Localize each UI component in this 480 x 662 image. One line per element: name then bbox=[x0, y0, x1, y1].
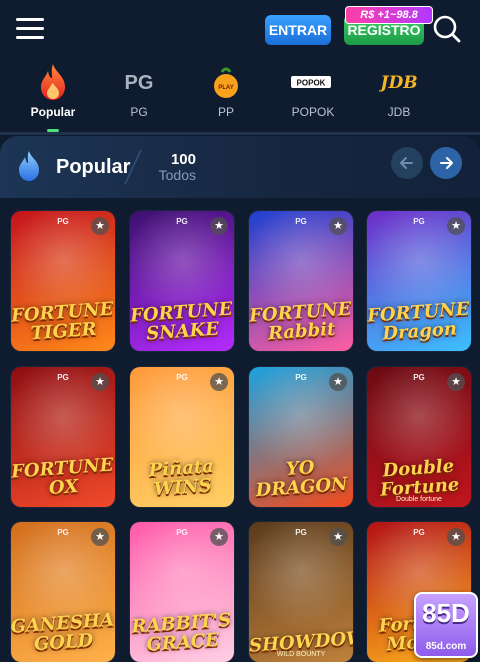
favorite-star-icon[interactable]: ★ bbox=[91, 217, 109, 235]
favorite-star-icon[interactable]: ★ bbox=[91, 373, 109, 391]
previous-button[interactable] bbox=[391, 147, 423, 179]
game-card[interactable]: PG ★ FORTUNE Dragon bbox=[367, 211, 471, 351]
provider-tag: PG bbox=[295, 528, 307, 537]
top-bar: ENTRAR REGISTRO R$ +1~98.8 bbox=[0, 0, 480, 60]
game-card[interactable]: PG ★ GANESHA GOLD bbox=[11, 522, 115, 662]
game-card[interactable]: PG ★ Double Fortune Double fortune bbox=[367, 367, 471, 507]
flame-icon bbox=[19, 151, 39, 181]
game-title: FORTUNE TIGER bbox=[11, 298, 115, 345]
favorite-star-icon[interactable]: ★ bbox=[329, 528, 347, 546]
provider-tag: PG bbox=[176, 528, 188, 537]
tab-label: JDB bbox=[387, 105, 411, 119]
provider-tag: PG bbox=[57, 528, 69, 537]
game-title: Piñata WINS bbox=[148, 455, 215, 500]
game-card[interactable]: PG ★ YO DRAGON bbox=[249, 367, 353, 507]
game-card[interactable]: PG ★ FORTUNE Rabbit bbox=[249, 211, 353, 351]
provider-tag: PG bbox=[57, 373, 69, 382]
tab-label: PG bbox=[130, 105, 148, 119]
game-subtitle: Double fortune bbox=[396, 496, 442, 503]
game-title: Double Fortune bbox=[379, 455, 460, 501]
provider-tabs: Popular PG PG PLAY PP POPOK POPOK JDB JD… bbox=[0, 62, 480, 132]
next-button[interactable] bbox=[430, 147, 462, 179]
game-card[interactable]: PG ★ SHOWDOWN WILD BOUNTY bbox=[249, 522, 353, 662]
site-logo-badge[interactable]: 85D 85d.com bbox=[414, 592, 478, 658]
favorite-star-icon[interactable]: ★ bbox=[447, 217, 465, 235]
game-title: FORTUNE OX bbox=[11, 454, 115, 499]
tab-popok[interactable]: POPOK POPOK bbox=[273, 62, 353, 128]
favorite-star-icon[interactable]: ★ bbox=[329, 373, 347, 391]
game-card[interactable]: PG ★ RABBIT'S GRACE bbox=[130, 522, 234, 662]
favorite-star-icon[interactable]: ★ bbox=[447, 528, 465, 546]
game-card[interactable]: PG ★ FORTUNE TIGER bbox=[11, 211, 115, 351]
section-title: Popular bbox=[56, 156, 131, 178]
arrow-left-icon bbox=[400, 157, 413, 169]
game-title: GANESHA GOLD bbox=[11, 609, 115, 656]
game-subtitle: WILD BOUNTY bbox=[276, 651, 326, 658]
popok-logo-icon: POPOK bbox=[291, 76, 331, 88]
provider-tag: PG bbox=[176, 217, 188, 226]
jdb-logo-icon: JDB bbox=[379, 73, 418, 93]
tab-pp[interactable]: PLAY PP bbox=[186, 62, 266, 128]
registration-bonus-badge: R$ +1~98.8 bbox=[345, 6, 433, 24]
site-logo-text: 85D bbox=[422, 598, 470, 628]
provider-tag: PG bbox=[176, 373, 188, 382]
favorite-star-icon[interactable]: ★ bbox=[210, 217, 228, 235]
search-icon[interactable] bbox=[432, 14, 462, 44]
todos-link[interactable]: Todos bbox=[152, 167, 196, 183]
game-grid: PG ★ FORTUNE TIGER PG ★ FORTUNE SNAKE PG… bbox=[0, 198, 480, 662]
hamburger-menu-icon[interactable] bbox=[16, 18, 44, 42]
tab-label: POPOK bbox=[291, 105, 335, 119]
pp-logo-icon: PLAY bbox=[214, 67, 238, 98]
favorite-star-icon[interactable]: ★ bbox=[329, 217, 347, 235]
popok-logo-text: POPOK bbox=[297, 79, 326, 88]
game-count: 100 bbox=[170, 151, 196, 168]
game-title: FORTUNE Dragon bbox=[367, 298, 471, 345]
jdb-logo-text: JDB bbox=[379, 73, 418, 93]
site-domain: 85d.com bbox=[425, 641, 467, 652]
arrow-right-icon bbox=[440, 157, 453, 169]
provider-tag: PG bbox=[57, 217, 69, 226]
provider-tag: PG bbox=[413, 217, 425, 226]
game-card[interactable]: PG ★ FORTUNE OX bbox=[11, 367, 115, 507]
favorite-star-icon[interactable]: ★ bbox=[91, 528, 109, 546]
tab-label: Popular bbox=[30, 105, 76, 119]
tab-label: PP bbox=[217, 105, 234, 119]
provider-tag: PG bbox=[413, 373, 425, 382]
favorite-star-icon[interactable]: ★ bbox=[210, 528, 228, 546]
tab-popular[interactable]: Popular bbox=[13, 62, 93, 128]
favorite-star-icon[interactable]: ★ bbox=[447, 373, 465, 391]
tab-pg[interactable]: PG PG bbox=[99, 62, 179, 128]
flame-icon bbox=[41, 64, 65, 100]
provider-tag: PG bbox=[295, 217, 307, 226]
pp-logo-text: PLAY bbox=[218, 85, 233, 91]
game-title: FORTUNE SNAKE bbox=[130, 298, 234, 345]
game-title: YO DRAGON bbox=[255, 457, 349, 502]
pg-logo-icon: PG bbox=[125, 72, 154, 94]
entrar-button[interactable]: ENTRAR bbox=[265, 15, 331, 45]
provider-tag: PG bbox=[295, 373, 307, 382]
game-card[interactable]: PG ★ Piñata WINS bbox=[130, 367, 234, 507]
game-title: RABBIT'S GRACE bbox=[130, 609, 232, 656]
game-card[interactable]: PG ★ FORTUNE SNAKE bbox=[130, 211, 234, 351]
tab-jdb[interactable]: JDB JDB bbox=[359, 62, 439, 128]
provider-tag: PG bbox=[413, 528, 425, 537]
pg-logo-text: PG bbox=[125, 72, 154, 94]
favorite-star-icon[interactable]: ★ bbox=[210, 373, 228, 391]
tabs-divider bbox=[0, 132, 480, 135]
game-title: FORTUNE Rabbit bbox=[249, 298, 353, 345]
